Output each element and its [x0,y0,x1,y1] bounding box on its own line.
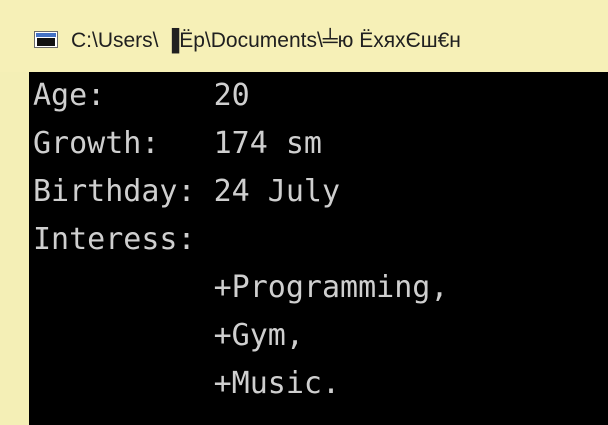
console-output[interactable]: Age: 20 Growth: 174 sm Birthday: 24 July… [29,72,608,425]
console-line-music: +Music. [33,366,341,401]
console-window-icon[interactable] [34,31,58,48]
window-title: C:\Users\ ▐Ёр\Documents\╧ю ЁхяхЄш€н [71,29,461,52]
console-line-programming: +Programming, [33,270,449,305]
console-window: C:\Users\ ▐Ёр\Documents\╧ю ЁхяхЄш€н Age:… [0,0,608,425]
console-line-age: Age: 20 [33,78,250,113]
title-bar[interactable]: C:\Users\ ▐Ёр\Documents\╧ю ЁхяхЄш€н [0,0,608,72]
console-line-growth: Growth: 174 sm [33,126,322,161]
console-line-interests: Interess: [33,222,196,257]
console-line-gym: +Gym, [33,318,304,353]
console-line-birthday: Birthday: 24 July [33,174,341,209]
